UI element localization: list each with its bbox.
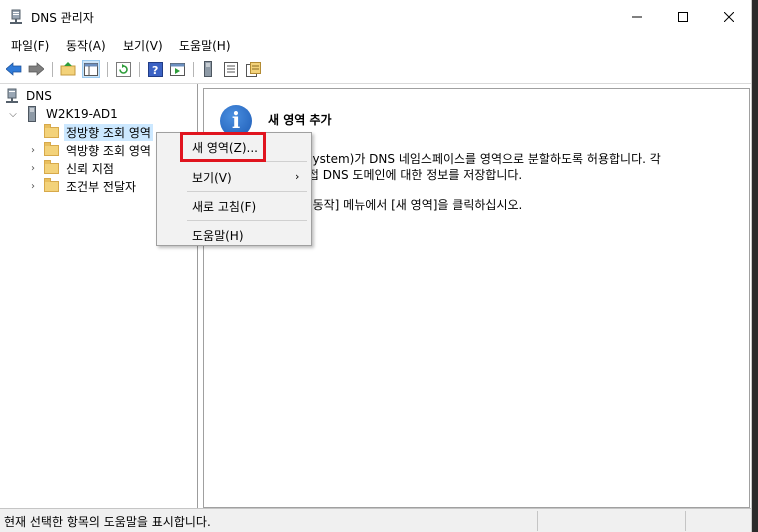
status-divider bbox=[685, 511, 686, 531]
maximize-button[interactable] bbox=[660, 0, 706, 34]
tree-item-label: 신뢰 지점 bbox=[66, 161, 114, 176]
tree-item-trust-points[interactable]: › 신뢰 지점 bbox=[28, 159, 116, 177]
refresh-button[interactable] bbox=[114, 60, 132, 78]
tree-item-label: 정방향 조회 영역 bbox=[64, 123, 153, 141]
toolbar-separator bbox=[193, 62, 194, 77]
menu-action[interactable]: 동작(A) bbox=[66, 37, 106, 54]
help-button[interactable]: ? bbox=[146, 60, 164, 78]
tree-root-label: DNS bbox=[26, 89, 52, 103]
title-bar: DNS 관리자 bbox=[0, 0, 751, 34]
content-text-line-1: me System)가 DNS 네임스페이스를 영역으로 분할하도록 허용합니다… bbox=[282, 152, 661, 166]
show-hide-console-tree-button[interactable] bbox=[82, 60, 100, 78]
toolbar-separator bbox=[107, 62, 108, 77]
action-pane-icon bbox=[169, 62, 185, 76]
menu-separator bbox=[187, 220, 307, 221]
close-icon bbox=[724, 12, 734, 22]
tree-item-label: 역방향 조회 영역 bbox=[66, 143, 151, 158]
maximize-icon bbox=[678, 12, 688, 22]
highlight-box bbox=[180, 132, 266, 162]
close-button[interactable] bbox=[706, 0, 751, 34]
content-text-line-2: 의 인접 DNS 도메인에 대한 정보를 저장합니다. bbox=[282, 168, 523, 182]
dns-manager-window: DNS 관리자 파일(F) 동작(A) 보기(V) 도움말(H) ? DNS ⌵… bbox=[0, 0, 752, 532]
tree-item-conditional-forwarders[interactable]: › 조건부 전달자 bbox=[28, 177, 138, 195]
menu-separator bbox=[187, 191, 307, 192]
folder-icon bbox=[44, 159, 59, 174]
list-button[interactable] bbox=[222, 60, 240, 78]
toolbar-separator bbox=[52, 62, 53, 77]
window-title: DNS 관리자 bbox=[31, 11, 94, 25]
tree-server-label: W2K19-AD1 bbox=[46, 107, 118, 121]
content-text-line-3: 려면 [동작] 메뉴에서 [새 영역]을 클릭하십시오. bbox=[282, 198, 523, 212]
status-bar: 현재 선택한 항목의 도움말을 표시합니다. bbox=[0, 508, 751, 532]
background-edge bbox=[752, 0, 758, 532]
tree-item-reverse-lookup-zones[interactable]: › 역방향 조회 영역 bbox=[28, 141, 153, 159]
folder-up-icon bbox=[60, 62, 76, 76]
show-hide-action-pane-button[interactable] bbox=[168, 60, 186, 78]
console-tree-icon bbox=[84, 62, 98, 76]
svg-text:?: ? bbox=[152, 64, 158, 77]
up-one-level-button[interactable] bbox=[59, 60, 77, 78]
toolbar-separator bbox=[139, 62, 140, 77]
menu-file[interactable]: 파일(F) bbox=[11, 37, 49, 54]
server-icon bbox=[204, 61, 212, 77]
chevron-down-icon[interactable]: ⌵ bbox=[8, 109, 18, 120]
menu-help[interactable]: 도움말(H) bbox=[179, 37, 231, 54]
menu-item-view[interactable]: 보기(V) bbox=[192, 169, 232, 186]
list-icon bbox=[224, 61, 238, 77]
tree-item-label: 조건부 전달자 bbox=[66, 179, 137, 194]
content-title: 새 영역 추가 bbox=[268, 113, 332, 127]
server-button[interactable] bbox=[199, 60, 217, 78]
help-icon: ? bbox=[147, 61, 163, 77]
dns-icon bbox=[6, 88, 18, 103]
status-divider bbox=[537, 511, 538, 531]
chevron-right-icon[interactable]: › bbox=[28, 181, 38, 192]
menu-bar: 파일(F) 동작(A) 보기(V) 도움말(H) bbox=[0, 34, 751, 56]
toolbar: ? bbox=[0, 56, 751, 84]
properties-icon bbox=[245, 61, 261, 77]
tree-server-node[interactable]: ⌵ W2K19-AD1 bbox=[8, 105, 120, 123]
forward-arrow-icon bbox=[28, 62, 44, 76]
folder-icon bbox=[44, 123, 59, 138]
forward-button[interactable] bbox=[27, 60, 45, 78]
refresh-icon bbox=[115, 61, 131, 77]
properties-button[interactable] bbox=[244, 60, 262, 78]
back-button[interactable] bbox=[5, 60, 23, 78]
status-text: 현재 선택한 항목의 도움말을 표시합니다. bbox=[4, 515, 211, 529]
tree-root-dns[interactable]: DNS bbox=[4, 87, 54, 105]
menu-item-refresh[interactable]: 새로 고침(F) bbox=[192, 198, 256, 215]
minimize-icon bbox=[632, 16, 642, 18]
tree-item-forward-lookup-zones[interactable]: 정방향 조회 영역 bbox=[44, 123, 153, 141]
server-icon bbox=[28, 106, 36, 122]
menu-view[interactable]: 보기(V) bbox=[123, 37, 163, 54]
back-arrow-icon bbox=[6, 62, 22, 76]
menu-item-help[interactable]: 도움말(H) bbox=[192, 227, 244, 244]
chevron-right-icon[interactable]: › bbox=[28, 145, 38, 156]
chevron-right-icon[interactable]: › bbox=[28, 163, 38, 174]
submenu-arrow-icon: › bbox=[295, 170, 300, 183]
minimize-button[interactable] bbox=[614, 0, 660, 34]
folder-icon bbox=[44, 141, 59, 156]
folder-icon bbox=[44, 177, 59, 192]
dns-app-icon bbox=[10, 9, 22, 24]
